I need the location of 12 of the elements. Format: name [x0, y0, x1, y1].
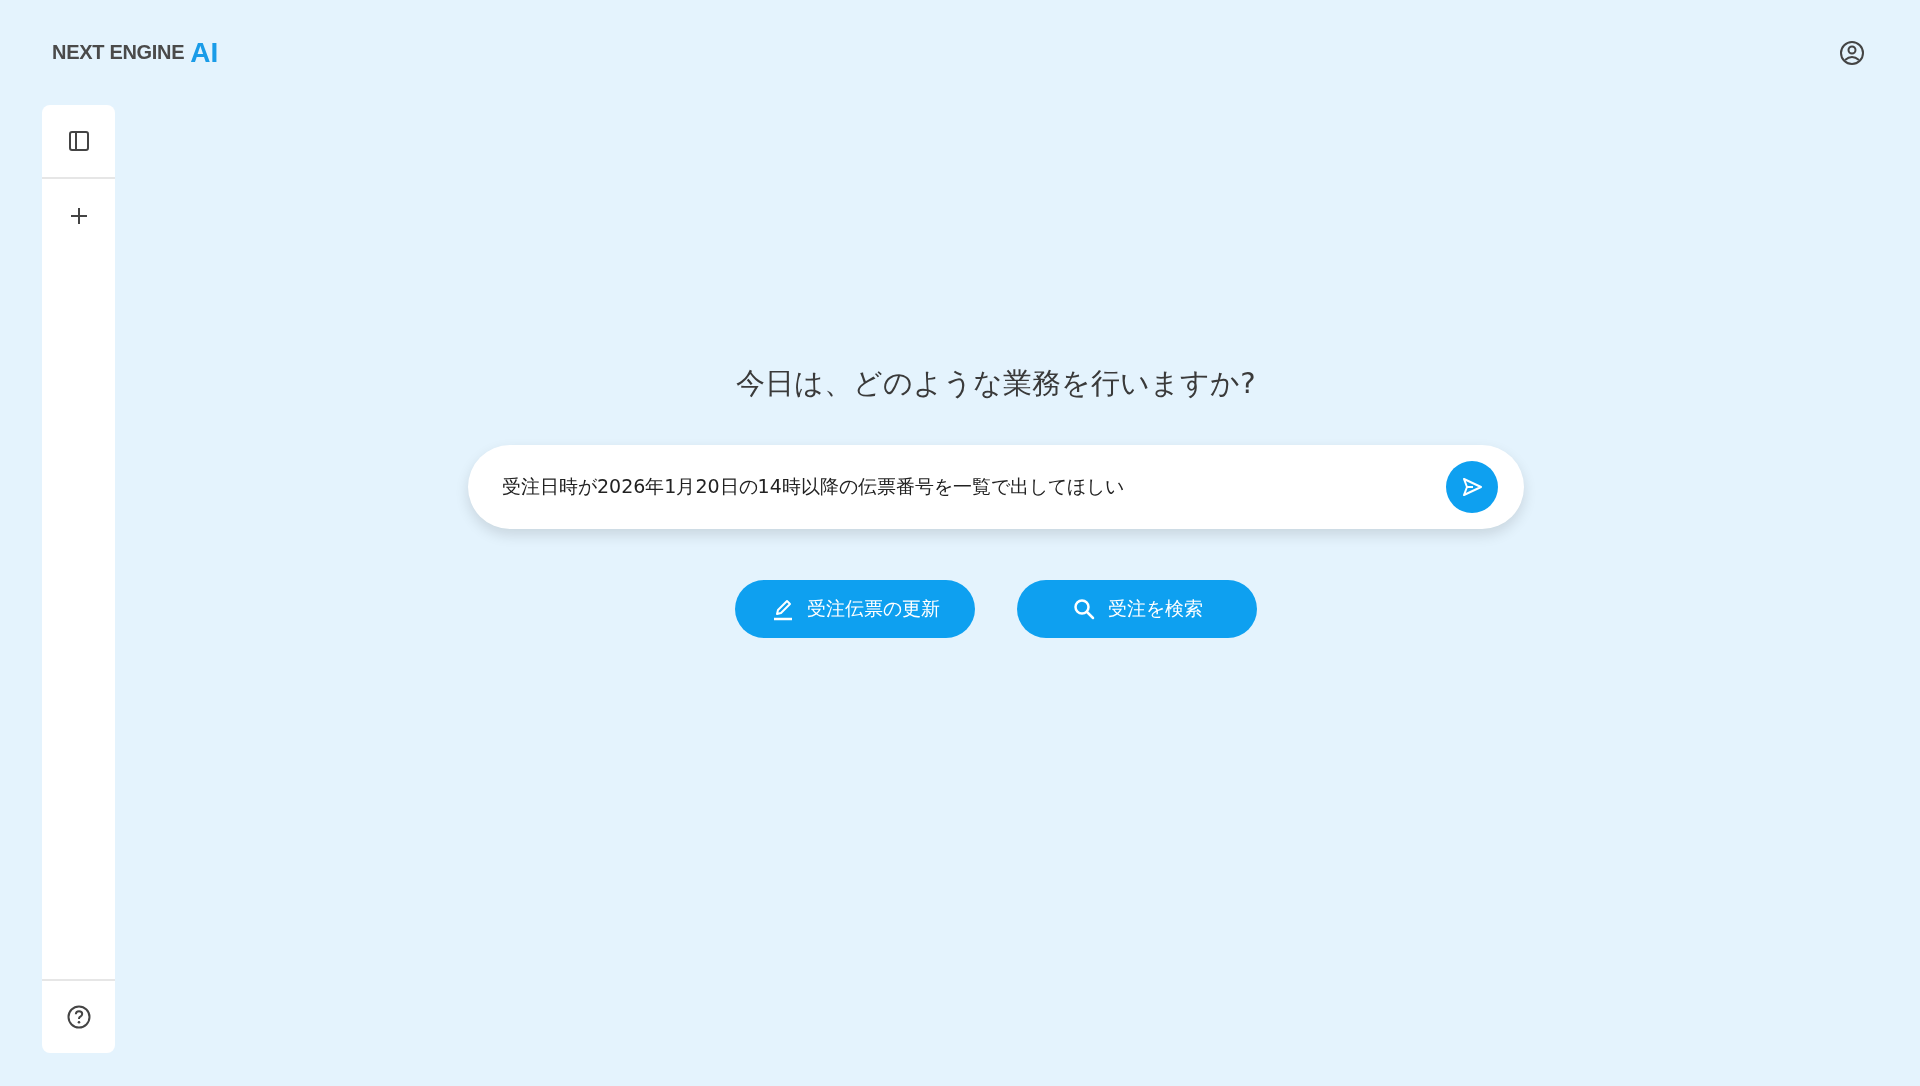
logo-text: NEXT ENGINE — [52, 41, 185, 64]
plus-icon[interactable] — [69, 207, 88, 225]
search-icon — [1071, 597, 1096, 621]
send-icon — [1461, 476, 1483, 498]
heading: 今日は、どのような業務を行いますか? — [736, 365, 1256, 402]
help-icon[interactable] — [66, 1005, 91, 1029]
account-icon[interactable] — [1839, 39, 1865, 66]
sidebar-toggle-icon[interactable] — [67, 130, 90, 152]
prompt-field[interactable]: 受注日時が2026年1月20日の14時以降の伝票番号を一覧で出してほしい — [500, 475, 1446, 499]
logo-mark: AI — [190, 38, 219, 67]
send-button[interactable] — [1446, 461, 1498, 513]
input-bar[interactable]: 受注日時が2026年1月20日の14時以降の伝票番号を一覧で出してほしい — [468, 445, 1524, 529]
